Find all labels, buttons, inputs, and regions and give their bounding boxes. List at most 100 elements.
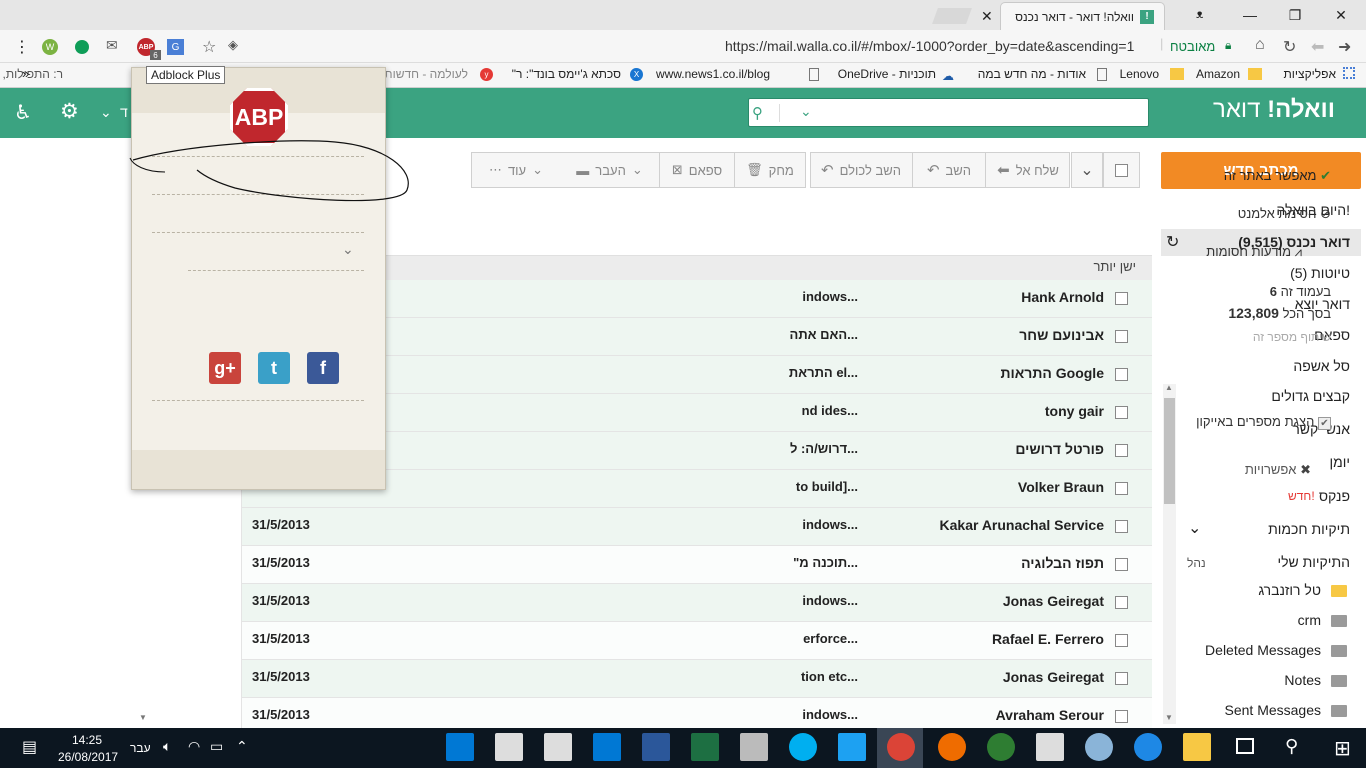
abp-options-button[interactable]: אפשרויות ✖: [1245, 462, 1311, 478]
select-all-checkbox[interactable]: [1115, 164, 1128, 177]
sidebar-item-calendar[interactable]: יומן: [1329, 454, 1350, 470]
show-numbers-checkbox[interactable]: ✔: [1318, 417, 1331, 430]
folder-sent[interactable]: Sent Messages: [1225, 702, 1322, 718]
reply-button[interactable]: ↶ השב: [912, 152, 985, 188]
bookmark-amazon[interactable]: Amazon: [1196, 67, 1240, 81]
refresh-icon[interactable]: ↻: [1166, 232, 1179, 252]
more-button[interactable]: ⋯ עוד ⌄: [472, 152, 560, 188]
reload-icon[interactable]: ↻: [1283, 37, 1296, 57]
clock-date[interactable]: 26/08/2017: [58, 750, 118, 764]
sidebar-scrollbar-thumb[interactable]: [1164, 398, 1175, 504]
wix-icon[interactable]: W: [42, 39, 58, 55]
gear-icon[interactable]: ⚙: [60, 99, 79, 124]
mail-icon[interactable]: ✉: [106, 37, 118, 54]
row-checkbox[interactable]: [1115, 406, 1128, 419]
search-icon[interactable]: ⚲: [1285, 736, 1298, 757]
show-hidden-icons-chevron-icon[interactable]: ⌃: [236, 738, 248, 755]
row-checkbox[interactable]: [1115, 444, 1128, 457]
select-dropdown-chevron-icon[interactable]: ⌄: [1071, 152, 1103, 188]
bookmark-lenovo[interactable]: Lenovo: [1120, 67, 1159, 81]
row-checkbox[interactable]: [1115, 330, 1128, 343]
sort-label[interactable]: ישן יותר: [1093, 259, 1136, 274]
bookmark-prayers[interactable]: ר: התפילות, ר: [0, 67, 63, 81]
more-bookmarks-icon[interactable]: »: [22, 66, 29, 81]
scroll-up-icon[interactable]: ▲: [1165, 383, 1173, 392]
row-checkbox[interactable]: [1115, 368, 1128, 381]
clock-time[interactable]: 14:25: [72, 733, 102, 747]
abp-show-numbers[interactable]: הצגת מספרים באייקון ✔: [1196, 414, 1331, 430]
chrome-icon[interactable]: [887, 733, 915, 761]
row-checkbox[interactable]: [1115, 672, 1128, 685]
edge-icon[interactable]: [1134, 733, 1162, 761]
photos-icon[interactable]: [740, 733, 768, 761]
facebook-icon[interactable]: f: [307, 352, 339, 384]
row-checkbox[interactable]: [1115, 520, 1128, 533]
input-language[interactable]: עבר: [130, 741, 151, 755]
start-button[interactable]: ⊞: [1334, 736, 1351, 761]
accessibility-icon[interactable]: ♿︎: [14, 100, 32, 125]
scroll-down-icon[interactable]: ▼: [1165, 713, 1173, 722]
profile-icon[interactable]: ᴥ: [1196, 7, 1203, 21]
folder-notes[interactable]: Notes: [1284, 672, 1321, 688]
move-button[interactable]: ▬ העבר ⌄: [560, 152, 660, 188]
search-dropdown-chevron-icon[interactable]: ⌄: [800, 103, 812, 120]
table-row[interactable]: [242, 546, 1152, 584]
url-field[interactable]: https://mail.walla.co.il/#/mbox/-1000?or…: [725, 38, 1134, 54]
task-view-icon[interactable]: [1236, 738, 1254, 754]
extension-eye-icon[interactable]: ◈: [228, 37, 238, 53]
chevron-down-icon[interactable]: ⌄: [1188, 518, 1201, 538]
row-checkbox[interactable]: [1115, 710, 1128, 723]
sidebar-item-large-files[interactable]: קבצים גדולים: [1271, 388, 1350, 404]
row-checkbox[interactable]: [1115, 482, 1128, 495]
left-scroll-down-icon[interactable]: ▼: [139, 713, 147, 722]
browser-tab-active[interactable]: וואלה! דואר - דואר נכנס !: [1000, 2, 1165, 30]
abp-block-element[interactable]: חסימת אלמנט ⊘: [1238, 206, 1331, 222]
forward-icon[interactable]: ⬅: [1311, 37, 1324, 57]
firefox-icon[interactable]: [938, 733, 966, 761]
reply-all-button[interactable]: ↶ השב לכולם: [810, 152, 912, 188]
action-center-icon[interactable]: ▤: [22, 737, 37, 757]
sidebar-item-trash[interactable]: סל אשפה: [1293, 358, 1350, 374]
hangouts-icon[interactable]: [75, 40, 89, 54]
blocked-items-chevron-icon[interactable]: ⌄: [342, 241, 354, 258]
outlook-icon[interactable]: [593, 733, 621, 761]
sidebar-item-drafts[interactable]: טיוטות (5): [1290, 265, 1350, 281]
star-icon[interactable]: ☆: [202, 37, 216, 57]
calculator-icon[interactable]: [544, 733, 572, 761]
smart-folders-header[interactable]: תיקיות חכמות: [1268, 521, 1350, 537]
walla-logo[interactable]: וואלה! דואר: [1213, 96, 1335, 124]
translate-icon[interactable]: G: [167, 39, 184, 55]
bookmark-olam[interactable]: לעולמה - חדשות: [384, 67, 468, 81]
settings-app-icon[interactable]: [1085, 733, 1113, 761]
close-window-button[interactable]: ✕: [1318, 0, 1364, 30]
bookmark-apps[interactable]: אפליקציות: [1284, 67, 1336, 81]
folder-tal[interactable]: טל רוזנברג: [1258, 582, 1321, 598]
manage-folders-link[interactable]: נהל: [1187, 556, 1206, 570]
twitter-icon[interactable]: t: [258, 352, 290, 384]
new-tab-button[interactable]: [932, 8, 972, 24]
volume-icon[interactable]: 🔈︎: [163, 738, 171, 755]
search-icon[interactable]: ⚲: [752, 104, 780, 122]
row-checkbox[interactable]: [1115, 292, 1128, 305]
user-name[interactable]: ד: [120, 104, 128, 120]
folder-crm[interactable]: crm: [1298, 612, 1321, 628]
select-all-checkbox-wrap[interactable]: [1103, 152, 1140, 188]
row-checkbox[interactable]: [1115, 634, 1128, 647]
minimize-button[interactable]: —: [1227, 0, 1273, 30]
tab-close-icon[interactable]: ✕: [981, 8, 993, 25]
spam-button[interactable]: ⊠ ספאם: [660, 152, 735, 188]
taskbar-app-icon[interactable]: [446, 733, 474, 761]
word-icon[interactable]: [642, 733, 670, 761]
battery-icon[interactable]: ▭: [210, 738, 223, 755]
bookmark-about[interactable]: אודות - מה חדש במה: [978, 67, 1086, 81]
folder-deleted[interactable]: Deleted Messages: [1205, 642, 1321, 658]
network-icon[interactable]: ◠: [188, 738, 200, 755]
file-explorer-icon[interactable]: [1183, 733, 1211, 761]
row-checkbox[interactable]: [1115, 558, 1128, 571]
sidebar-item-notebook[interactable]: פנקס: [1319, 488, 1350, 504]
delete-button[interactable]: 🗑︎ מחק: [735, 152, 805, 188]
forward-button[interactable]: ⬅ שלח אל: [985, 152, 1070, 188]
bookmark-bond[interactable]: "סכתא ג'יימס בונד": ר: [512, 67, 621, 81]
skype-icon[interactable]: [789, 733, 817, 761]
twitter-app-icon[interactable]: [838, 733, 866, 761]
